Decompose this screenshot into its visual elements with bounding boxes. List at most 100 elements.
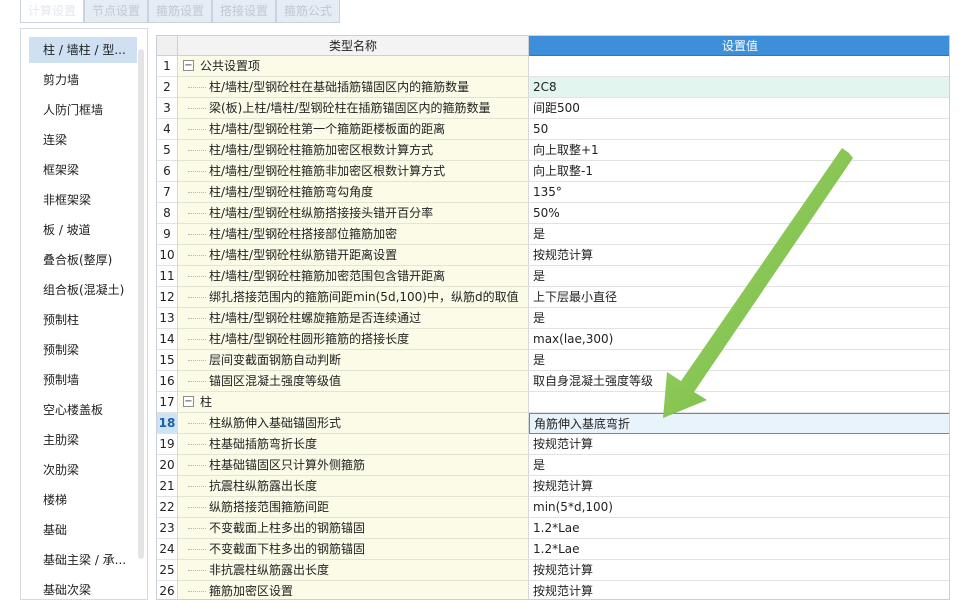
collapse-icon[interactable]: −	[183, 396, 194, 407]
setting-value-cell[interactable]: 按规范计算	[529, 560, 949, 581]
grid-row[interactable]: 11 柱/墙柱/型钢砼柱箍筋加密范围包含错开距离 是	[157, 266, 949, 287]
grid-row[interactable]: 25 非抗震柱纵筋露出长度 按规范计算	[157, 560, 949, 581]
grid-row[interactable]: 16 锚固区混凝土强度等级值 取自身混凝土强度等级	[157, 371, 949, 392]
row-number: 8	[157, 203, 178, 224]
column-header-setting-value[interactable]: 设置值	[529, 36, 949, 56]
sidebar-item[interactable]: 预制柱	[29, 307, 137, 333]
sidebar-item[interactable]: 基础	[29, 517, 137, 543]
row-number: 14	[157, 329, 178, 350]
sidebar-item[interactable]: 人防门框墙	[29, 97, 137, 123]
setting-value-cell[interactable]: max(lae,300)	[529, 329, 949, 350]
sidebar-item[interactable]: 框架梁	[29, 157, 137, 183]
setting-value-cell[interactable]: 135°	[529, 182, 949, 203]
grid-row[interactable]: 19 柱基础插筋弯折长度 按规范计算	[157, 434, 949, 455]
sidebar-item[interactable]: 次肋梁	[29, 457, 137, 483]
tab-stirrup-settings[interactable]: 箍筋设置	[148, 0, 212, 23]
setting-value-cell[interactable]: 1.2*Lae	[529, 518, 949, 539]
setting-value-cell[interactable]: 50%	[529, 203, 949, 224]
type-name-cell: 柱/墙柱/型钢砼柱搭接部位箍筋加密	[178, 224, 529, 245]
setting-label: 柱基础锚固区只计算外侧箍筋	[209, 458, 366, 472]
grid-group-row[interactable]: 17− 柱	[157, 392, 949, 413]
grid-row[interactable]: 8 柱/墙柱/型钢砼柱纵筋搭接接头错开百分率 50%	[157, 203, 949, 224]
type-name-cell: 锚固区混凝土强度等级值	[178, 371, 529, 392]
tree-connector	[188, 276, 206, 278]
sidebar-item[interactable]: 基础次梁	[29, 577, 137, 599]
grid-row[interactable]: 20 柱基础锚固区只计算外侧箍筋 是	[157, 455, 949, 476]
grid-row[interactable]: 10 柱/墙柱/型钢砼柱纵筋错开距离设置 按规范计算	[157, 245, 949, 266]
setting-value-cell[interactable]: 50	[529, 119, 949, 140]
sidebar-item[interactable]: 预制梁	[29, 337, 137, 363]
setting-value-cell-selected[interactable]: 角筋伸入基底弯折	[529, 413, 949, 434]
setting-value-cell[interactable]: 间距500	[529, 98, 949, 119]
setting-value-cell[interactable]: 按规范计算	[529, 581, 949, 599]
sidebar-item[interactable]: 剪力墙	[29, 67, 137, 93]
setting-value-cell[interactable]: 是	[529, 350, 949, 371]
grid-row[interactable]: 15 层间变截面钢筋自动判断 是	[157, 350, 949, 371]
sidebar-item[interactable]: 组合板(混凝土)	[29, 277, 137, 303]
setting-value-cell[interactable]: 1.2*Lae	[529, 539, 949, 560]
setting-label: 梁(板)上柱/墙柱/型钢砼柱在插筋锚固区内的箍筋数量	[209, 101, 491, 115]
sidebar-item[interactable]: 连梁	[29, 127, 137, 153]
grid-row[interactable]: 4 柱/墙柱/型钢砼柱第一个箍筋距楼板面的距离 50	[157, 119, 949, 140]
tab-node-settings[interactable]: 节点设置	[84, 0, 148, 23]
grid-row[interactable]: 5 柱/墙柱/型钢砼柱箍筋加密区根数计算方式 向上取整+1	[157, 140, 949, 161]
setting-value-cell[interactable]: 取自身混凝土强度等级	[529, 371, 949, 392]
sidebar-item[interactable]: 基础主梁 / 承...	[29, 547, 137, 573]
setting-value-cell[interactable]: 是	[529, 455, 949, 476]
grid-group-row[interactable]: 1− 公共设置项	[157, 56, 949, 77]
setting-label: 绑扎搭接范围内的箍筋间距min(5d,100)中，纵筋d的取值	[209, 290, 519, 304]
setting-value-cell[interactable]: 是	[529, 266, 949, 287]
tree-connector	[188, 339, 206, 341]
setting-value-cell[interactable]: 按规范计算	[529, 245, 949, 266]
grid-row[interactable]: 18 柱纵筋伸入基础锚固形式 角筋伸入基底弯折	[157, 413, 949, 434]
setting-value-cell[interactable]: 2C8	[529, 77, 949, 98]
row-number: 19	[157, 434, 178, 455]
grid-row[interactable]: 23 不变截面上柱多出的钢筋锚固 1.2*Lae	[157, 518, 949, 539]
row-number: 25	[157, 560, 178, 581]
type-name-cell: 柱/墙柱/型钢砼柱箍筋加密区根数计算方式	[178, 140, 529, 161]
sidebar-item[interactable]: 主肋梁	[29, 427, 137, 453]
grid-row[interactable]: 6 柱/墙柱/型钢砼柱箍筋非加密区根数计算方式 向上取整-1	[157, 161, 949, 182]
sidebar-item[interactable]: 板 / 坡道	[29, 217, 137, 243]
row-number: 5	[157, 140, 178, 161]
tab-stirrup-formula[interactable]: 箍筋公式	[276, 0, 340, 23]
setting-label: 柱/墙柱/型钢砼柱第一个箍筋距楼板面的距离	[209, 122, 446, 136]
sidebar-item[interactable]: 叠合板(整厚)	[29, 247, 137, 273]
setting-value-cell[interactable]: 上下层最小直径	[529, 287, 949, 308]
grid-row[interactable]: 13 柱/墙柱/型钢砼柱螺旋箍筋是否连续通过 是	[157, 308, 949, 329]
type-name-cell: 不变截面上柱多出的钢筋锚固	[178, 518, 529, 539]
tree-connector	[188, 213, 206, 215]
collapse-icon[interactable]: −	[183, 60, 194, 71]
grid-row[interactable]: 26 箍筋加密区设置 按规范计算	[157, 581, 949, 599]
grid-row[interactable]: 2 柱/墙柱/型钢砼柱在基础插筋锚固区内的箍筋数量 2C8	[157, 77, 949, 98]
setting-value-cell[interactable]: 是	[529, 224, 949, 245]
row-number: 17	[157, 392, 178, 413]
grid-row[interactable]: 9 柱/墙柱/型钢砼柱搭接部位箍筋加密 是	[157, 224, 949, 245]
sidebar-item[interactable]: 楼梯	[29, 487, 137, 513]
grid-row[interactable]: 22 纵筋搭接范围箍筋间距 min(5*d,100)	[157, 497, 949, 518]
type-name-cell: 柱/墙柱/型钢砼柱纵筋错开距离设置	[178, 245, 529, 266]
setting-value-cell[interactable]: 向上取整+1	[529, 140, 949, 161]
grid-row[interactable]: 7 柱/墙柱/型钢砼柱箍筋弯勾角度 135°	[157, 182, 949, 203]
grid-row[interactable]: 14 柱/墙柱/型钢砼柱圆形箍筋的搭接长度 max(lae,300)	[157, 329, 949, 350]
column-header-type-name[interactable]: 类型名称	[178, 36, 529, 56]
sidebar-item[interactable]: 非框架梁	[29, 187, 137, 213]
sidebar-item[interactable]: 柱 / 墙柱 / 型...	[29, 37, 137, 63]
sidebar-item[interactable]: 空心楼盖板	[29, 397, 137, 423]
setting-value-cell[interactable]: 按规范计算	[529, 434, 949, 455]
tab-lap-settings[interactable]: 搭接设置	[212, 0, 276, 23]
setting-value-cell[interactable]: min(5*d,100)	[529, 497, 949, 518]
grid-row[interactable]: 3 梁(板)上柱/墙柱/型钢砼柱在插筋锚固区内的箍筋数量 间距500	[157, 98, 949, 119]
sidebar-scrollbar[interactable]	[138, 49, 144, 559]
sidebar-item[interactable]: 预制墙	[29, 367, 137, 393]
grid-row[interactable]: 24 不变截面下柱多出的钢筋锚固 1.2*Lae	[157, 539, 949, 560]
tree-connector	[188, 507, 206, 509]
grid-row[interactable]: 21 抗震柱纵筋露出长度 按规范计算	[157, 476, 949, 497]
tree-connector	[188, 570, 206, 572]
setting-value-cell[interactable]: 按规范计算	[529, 476, 949, 497]
setting-value-cell[interactable]: 是	[529, 308, 949, 329]
setting-value-cell[interactable]: 向上取整-1	[529, 161, 949, 182]
tab-calc-settings[interactable]: 计算设置	[20, 0, 84, 23]
tree-connector	[188, 234, 206, 236]
grid-row[interactable]: 12 绑扎搭接范围内的箍筋间距min(5d,100)中，纵筋d的取值 上下层最小直径	[157, 287, 949, 308]
